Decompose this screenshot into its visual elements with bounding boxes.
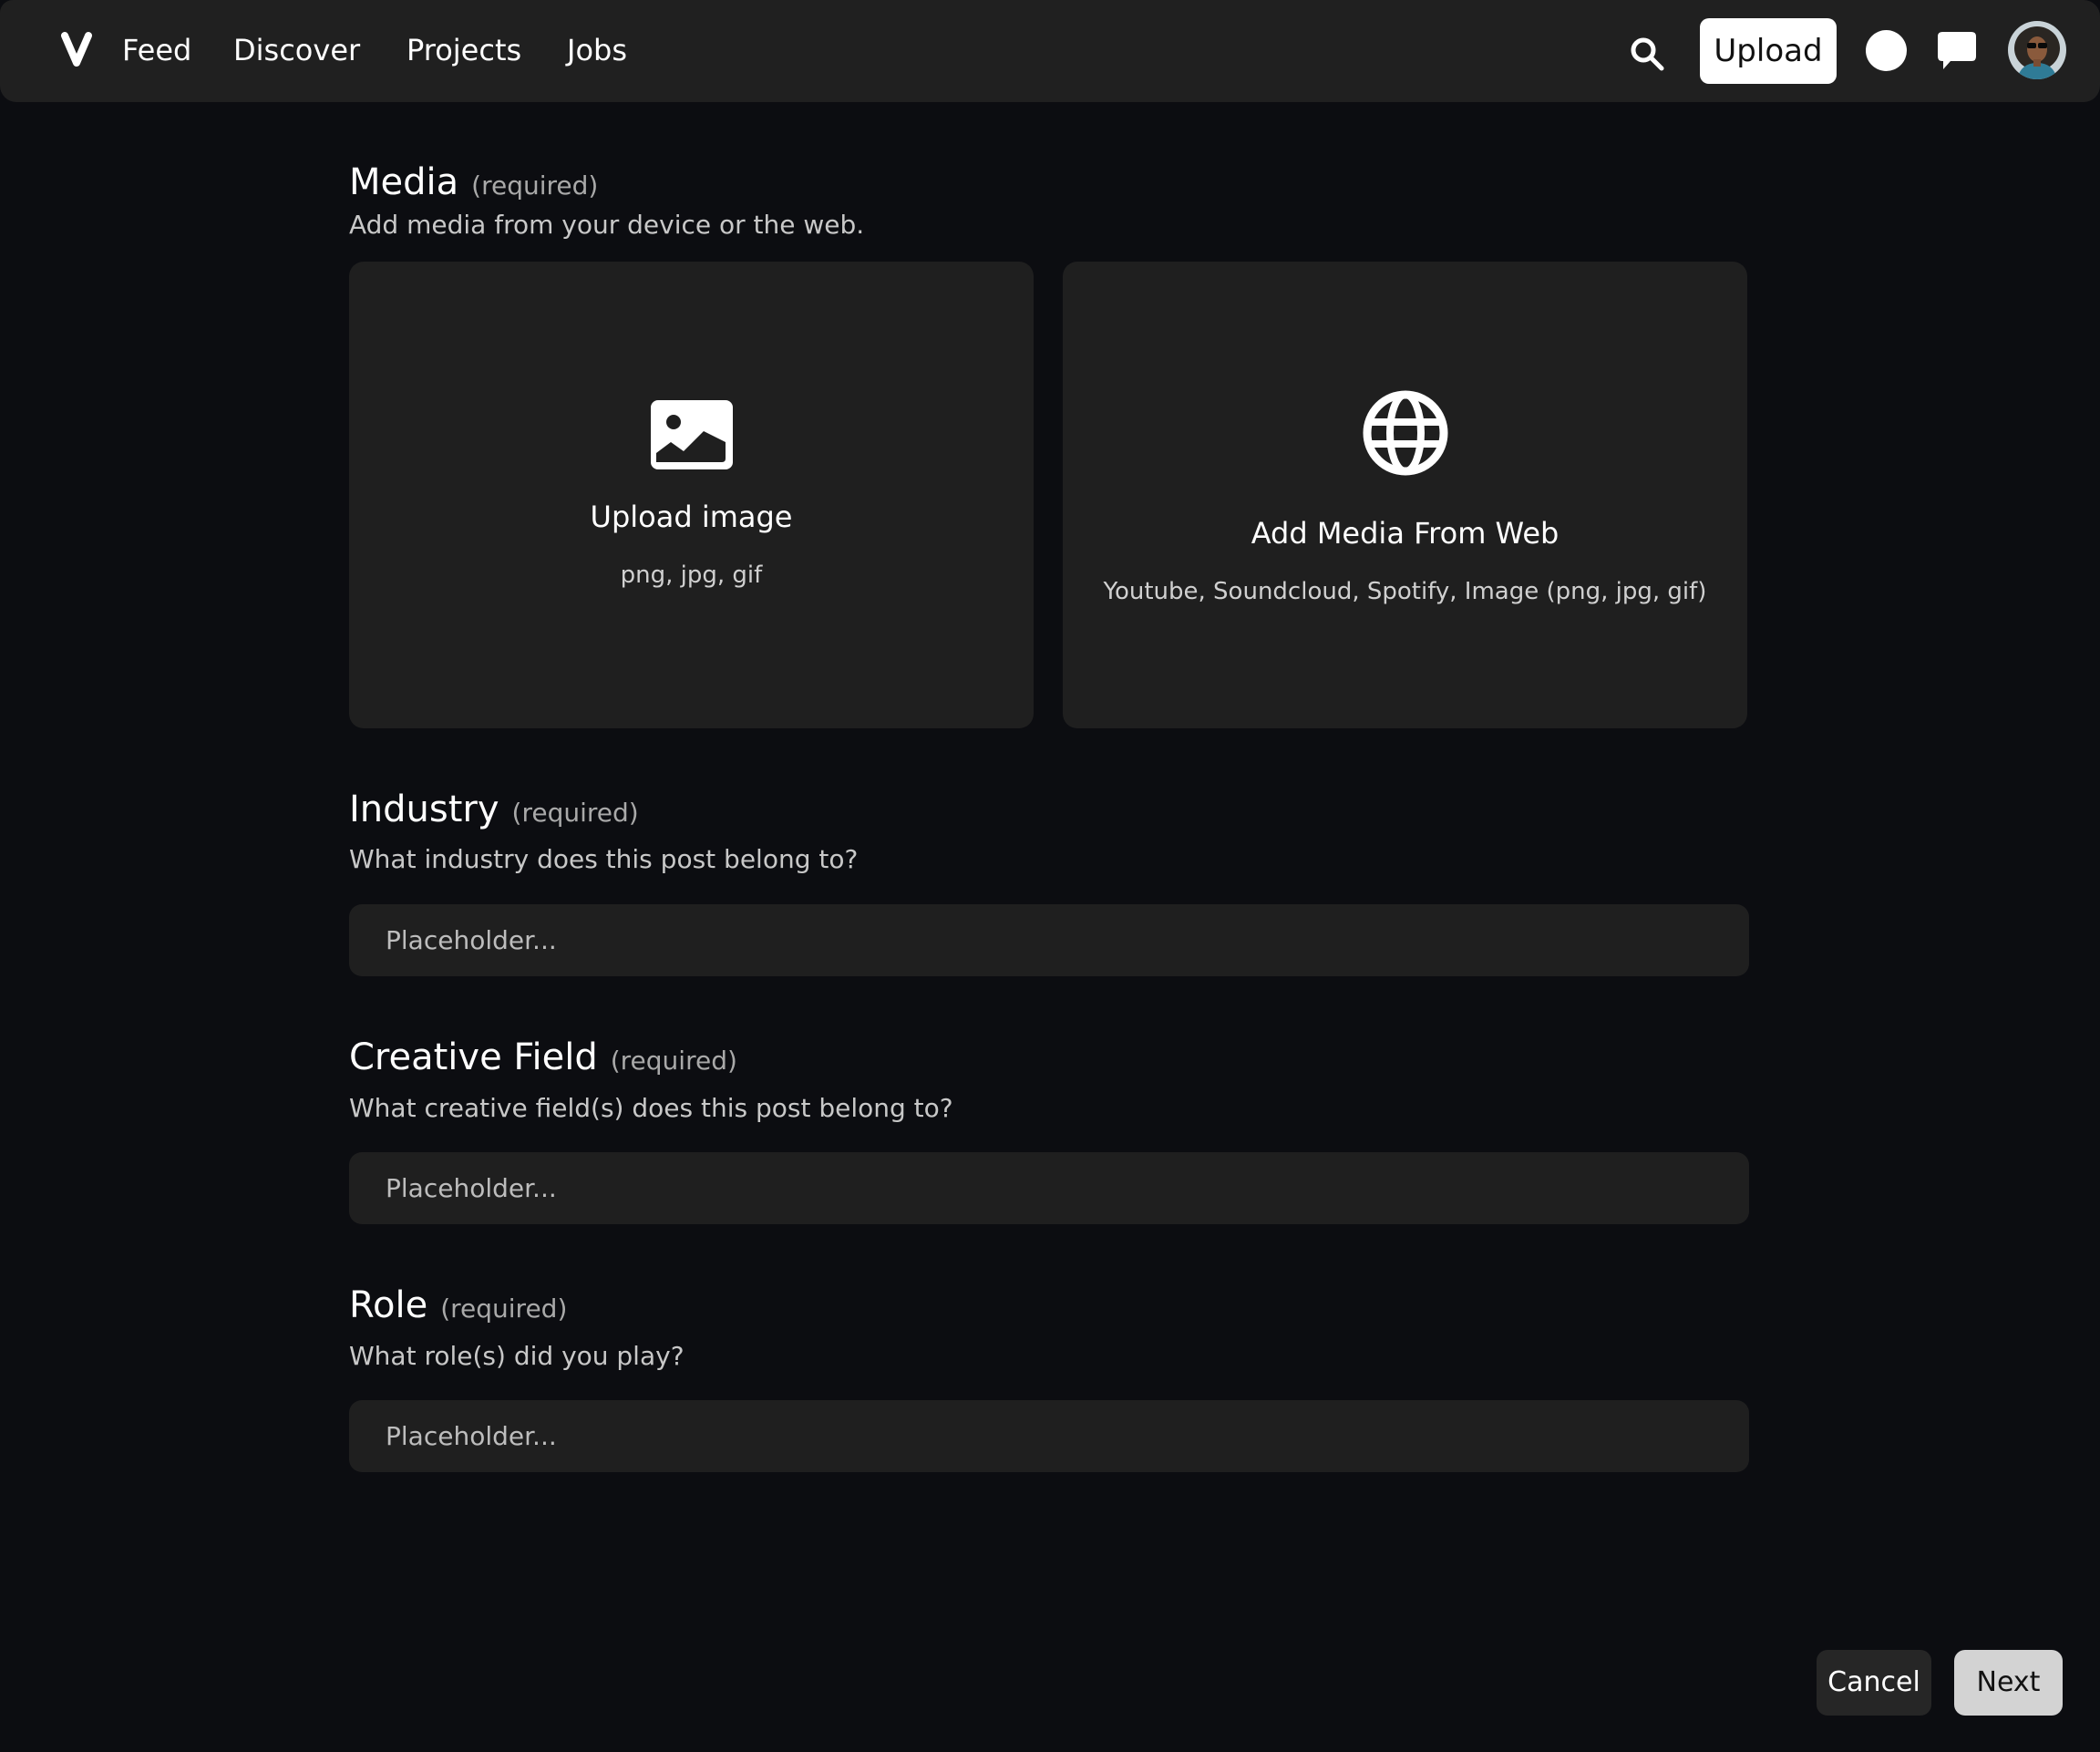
v-logo-icon[interactable] (60, 31, 93, 67)
role-required-label: (required) (440, 1293, 568, 1324)
top-navbar: Feed Discover Projects Jobs Upload (0, 0, 2100, 102)
industry-title: Industry (349, 788, 499, 830)
nav-link-projects[interactable]: Projects (407, 29, 521, 71)
role-section-title: Role (required) (349, 1282, 567, 1333)
add-media-from-web-formats: Youtube, Soundcloud, Spotify, Image (png… (1103, 578, 1707, 605)
cancel-button[interactable]: Cancel (1817, 1650, 1931, 1716)
nav-link-discover[interactable]: Discover (233, 29, 360, 71)
upload-image-card[interactable]: Upload image png, jpg, gif (349, 262, 1034, 728)
industry-input[interactable] (349, 904, 1749, 976)
industry-required-label: (required) (511, 798, 639, 828)
add-media-from-web-card[interactable]: Add Media From Web Youtube, Soundcloud, … (1063, 262, 1747, 728)
search-button[interactable] (1628, 35, 1668, 75)
role-title: Role (349, 1284, 428, 1326)
nav-link-feed[interactable]: Feed (122, 29, 191, 71)
nav-link-jobs[interactable]: Jobs (567, 29, 627, 71)
media-required-label: (required) (471, 170, 599, 201)
media-section-title: Media (required) (349, 159, 598, 210)
search-icon (1631, 37, 1664, 71)
globe-icon (1362, 389, 1449, 480)
media-title: Media (349, 161, 459, 203)
notification-circle-icon[interactable] (1866, 30, 1907, 71)
image-icon (650, 400, 733, 473)
upload-button[interactable]: Upload (1700, 18, 1837, 84)
upload-image-formats: png, jpg, gif (620, 562, 763, 589)
industry-subtitle: What industry does this post belong to? (349, 844, 859, 874)
add-media-from-web-title: Add Media From Web (1251, 516, 1560, 551)
role-subtitle: What role(s) did you play? (349, 1341, 685, 1371)
role-input[interactable] (349, 1400, 1749, 1472)
chat-bubble-icon (1938, 32, 1976, 69)
creative-field-subtitle: What creative field(s) does this post be… (349, 1093, 953, 1123)
user-avatar[interactable] (2008, 21, 2066, 79)
creative-field-title: Creative Field (349, 1036, 598, 1078)
creative-field-required-label: (required) (610, 1046, 737, 1076)
upload-image-title: Upload image (590, 500, 793, 534)
creative-field-input[interactable] (349, 1152, 1749, 1224)
media-subtitle: Add media from your device or the web. (349, 210, 865, 240)
chat-button[interactable] (1936, 30, 1978, 72)
creative-field-section-title: Creative Field (required) (349, 1034, 737, 1085)
next-button[interactable]: Next (1954, 1650, 2063, 1716)
industry-section-title: Industry (required) (349, 786, 639, 837)
